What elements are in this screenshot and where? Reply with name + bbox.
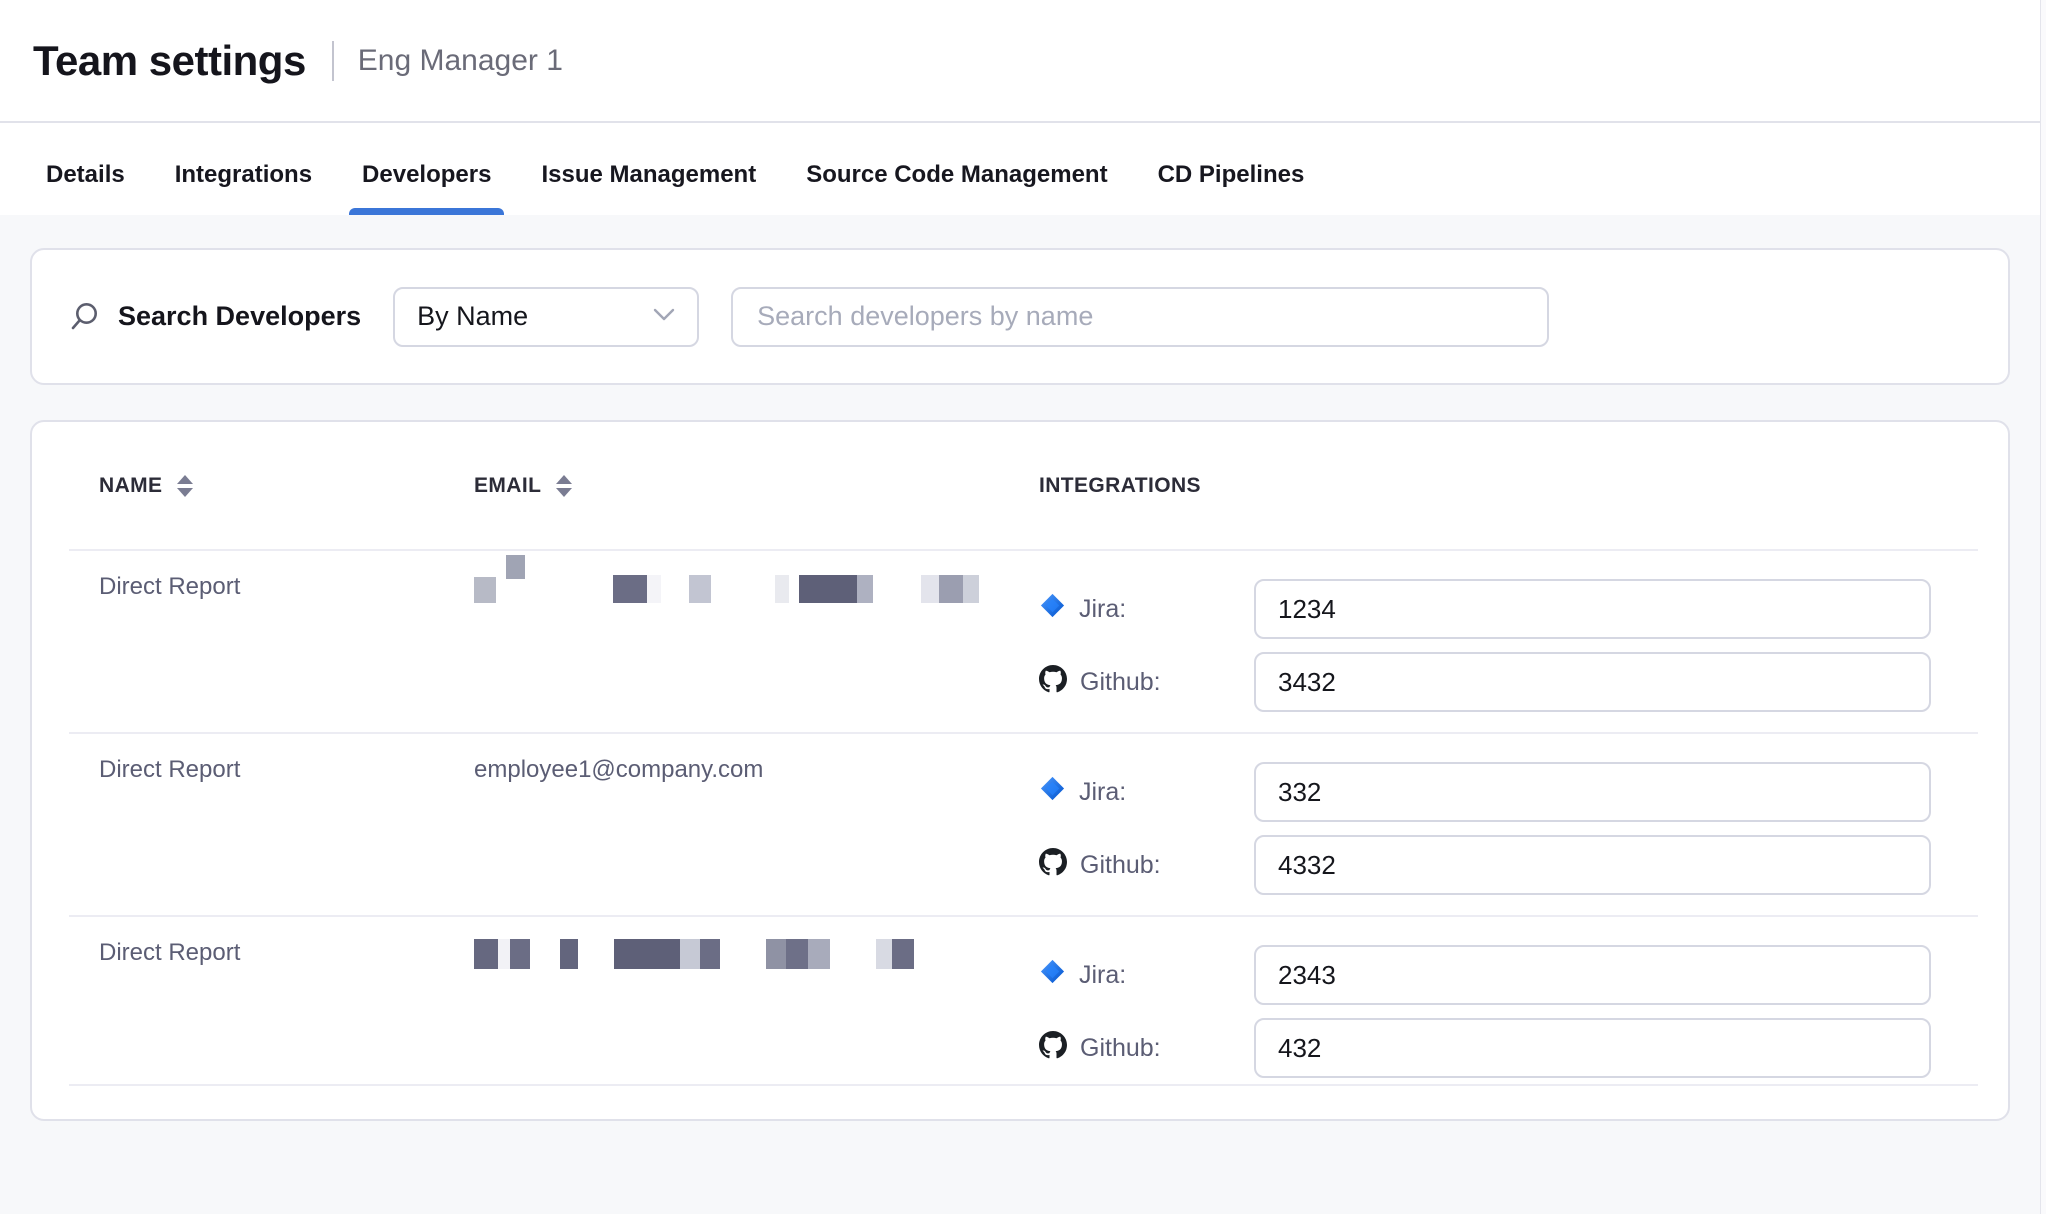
developer-name: Direct Report bbox=[99, 939, 240, 966]
redacted-email bbox=[474, 573, 979, 603]
developer-name: Direct Report bbox=[99, 756, 240, 783]
developer-email: employee1@company.com bbox=[474, 756, 763, 783]
developer-name: Direct Report bbox=[99, 573, 240, 600]
table-row: Direct Report bbox=[69, 917, 1978, 1086]
github-label-group: Github: bbox=[1039, 1031, 1254, 1066]
chevron-down-icon bbox=[653, 308, 675, 326]
jira-id-input[interactable] bbox=[1254, 579, 1931, 639]
jira-label: Jira: bbox=[1079, 595, 1126, 624]
redacted-email bbox=[474, 939, 914, 969]
search-filter-select[interactable]: By Name bbox=[393, 287, 699, 347]
main-content: Search Developers By Name NAME EMAIL bbox=[0, 215, 2046, 1121]
title-row: Team settings Eng Manager 1 bbox=[0, 0, 2046, 123]
jira-label-group: Jira: bbox=[1039, 958, 1254, 992]
sort-icon-name[interactable] bbox=[177, 475, 193, 497]
jira-integration-line: Jira: bbox=[1039, 579, 1931, 639]
sort-icon-email[interactable] bbox=[556, 475, 572, 497]
github-label-group: Github: bbox=[1039, 665, 1254, 700]
table-body: Direct Report bbox=[69, 551, 1978, 1086]
tab-developers[interactable]: Developers bbox=[362, 161, 491, 215]
table-row: Direct Report employee1@company.com bbox=[69, 734, 1978, 917]
github-label: Github: bbox=[1080, 668, 1161, 697]
developer-email-cell bbox=[444, 551, 1009, 732]
tab-cd-pipelines[interactable]: CD Pipelines bbox=[1158, 161, 1305, 215]
header: Team settings Eng Manager 1 Details Integ… bbox=[0, 0, 2046, 215]
tab-details[interactable]: Details bbox=[46, 161, 125, 215]
jira-label-group: Jira: bbox=[1039, 775, 1254, 809]
jira-id-input[interactable] bbox=[1254, 945, 1931, 1005]
developer-email-cell: employee1@company.com bbox=[444, 734, 1009, 915]
window-scrollbar[interactable] bbox=[2040, 0, 2046, 1214]
jira-label: Jira: bbox=[1079, 778, 1126, 807]
integrations-cell: Jira: Github: bbox=[1009, 734, 1978, 915]
developer-name-cell: Direct Report bbox=[69, 734, 444, 915]
search-developers-label: Search Developers bbox=[118, 301, 361, 332]
jira-integration-line: Jira: bbox=[1039, 945, 1931, 1005]
github-id-input[interactable] bbox=[1254, 652, 1931, 712]
jira-icon bbox=[1039, 592, 1066, 626]
github-integration-line: Github: bbox=[1039, 1018, 1931, 1078]
search-icon bbox=[68, 301, 100, 333]
tab-integrations[interactable]: Integrations bbox=[175, 161, 312, 215]
github-integration-line: Github: bbox=[1039, 652, 1931, 712]
search-filter-value: By Name bbox=[417, 301, 528, 332]
developers-table-card: NAME EMAIL INTEGRATIONS Direct Report bbox=[30, 420, 2010, 1121]
column-header-integrations: INTEGRATIONS bbox=[1009, 474, 1978, 498]
github-integration-line: Github: bbox=[1039, 835, 1931, 895]
table-header-row: NAME EMAIL INTEGRATIONS bbox=[69, 422, 1978, 551]
tab-source-code-management[interactable]: Source Code Management bbox=[806, 161, 1107, 215]
search-panel: Search Developers By Name bbox=[30, 248, 2010, 385]
integrations-cell: Jira: Github: bbox=[1009, 917, 1978, 1084]
page-subtitle: Eng Manager 1 bbox=[358, 44, 563, 78]
github-id-input[interactable] bbox=[1254, 835, 1931, 895]
tab-bar: Details Integrations Developers Issue Manag… bbox=[0, 123, 2046, 215]
github-label: Github: bbox=[1080, 851, 1161, 880]
jira-label-group: Jira: bbox=[1039, 592, 1254, 626]
github-icon bbox=[1039, 665, 1067, 700]
tab-issue-management[interactable]: Issue Management bbox=[541, 161, 756, 215]
github-id-input[interactable] bbox=[1254, 1018, 1931, 1078]
title-divider bbox=[332, 41, 334, 81]
page-title: Team settings bbox=[33, 37, 306, 85]
jira-id-input[interactable] bbox=[1254, 762, 1931, 822]
table-row: Direct Report bbox=[69, 551, 1978, 734]
search-input[interactable] bbox=[731, 287, 1549, 347]
column-header-name: NAME bbox=[69, 474, 444, 498]
github-icon bbox=[1039, 1031, 1067, 1066]
github-label-group: Github: bbox=[1039, 848, 1254, 883]
developer-email-cell bbox=[444, 917, 1009, 1084]
github-label: Github: bbox=[1080, 1034, 1161, 1063]
jira-icon bbox=[1039, 958, 1066, 992]
jira-label: Jira: bbox=[1079, 961, 1126, 990]
developer-name-cell: Direct Report bbox=[69, 917, 444, 1084]
developer-name-cell: Direct Report bbox=[69, 551, 444, 732]
team-settings-screen: Team settings Eng Manager 1 Details Integ… bbox=[0, 0, 2046, 1214]
column-header-email: EMAIL bbox=[444, 474, 1009, 498]
jira-integration-line: Jira: bbox=[1039, 762, 1931, 822]
jira-icon bbox=[1039, 775, 1066, 809]
github-icon bbox=[1039, 848, 1067, 883]
integrations-cell: Jira: Github: bbox=[1009, 551, 1978, 732]
